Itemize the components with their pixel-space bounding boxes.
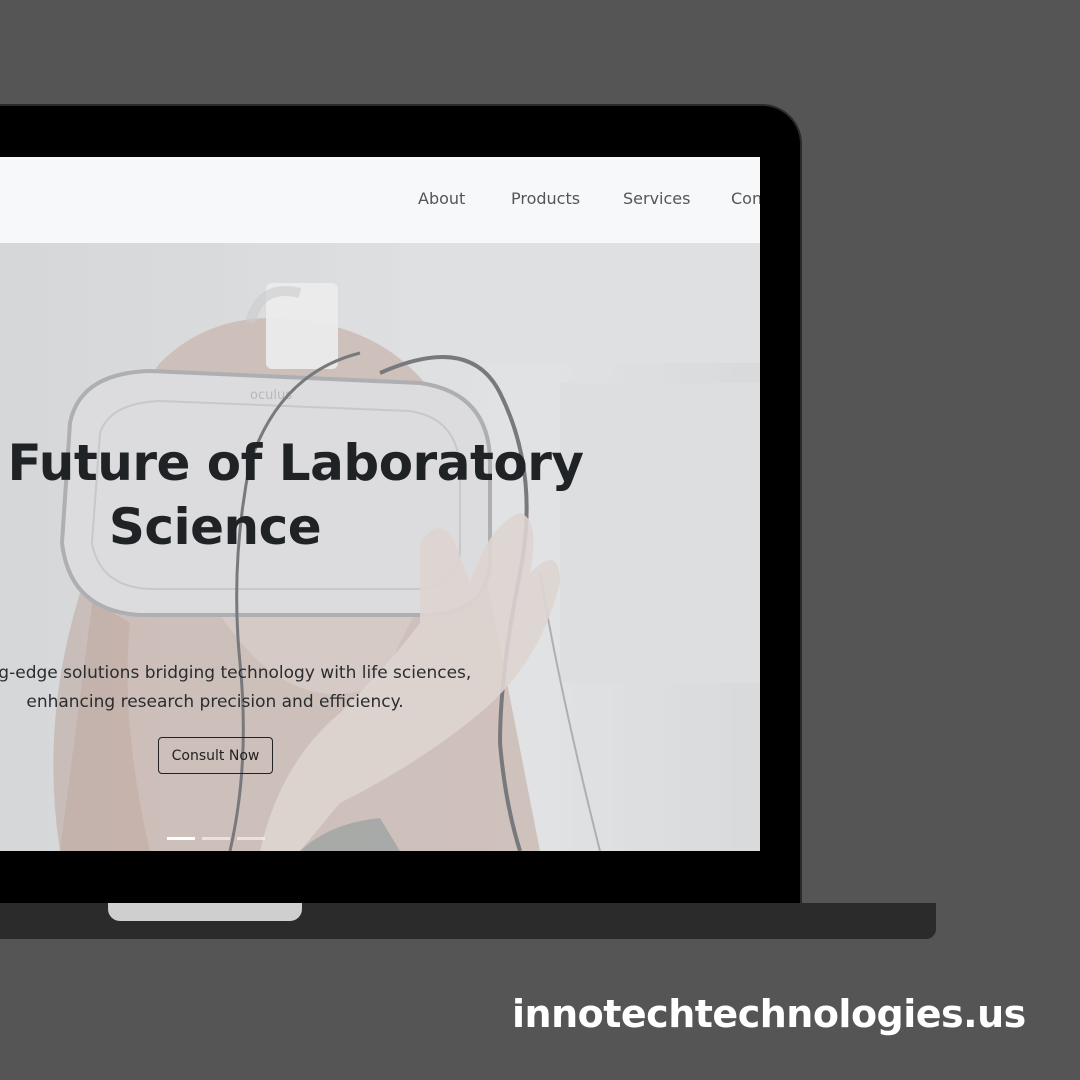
- site-url: innotechtechnologies.us: [512, 992, 1026, 1036]
- laptop-screen: About Products Services Con oculus Futur…: [0, 157, 760, 851]
- carousel-indicator-1[interactable]: [167, 837, 195, 840]
- hero-title-line-1: g the Future of Laboratory: [0, 434, 584, 492]
- hero-subtitle-line-2: enhancing research precision and efficie…: [26, 692, 404, 712]
- nav-link-about[interactable]: About: [418, 189, 465, 208]
- hero-title: g the Future of Laboratory Science: [0, 431, 590, 559]
- hero-subtitle-line-1: utting-edge solutions bridging technolog…: [0, 663, 472, 683]
- nav-link-services[interactable]: Services: [623, 189, 690, 208]
- navbar: About Products Services Con: [0, 157, 760, 243]
- hero-title-line-2: Science: [108, 498, 322, 556]
- nav-link-products[interactable]: Products: [511, 189, 580, 208]
- nav-link-contact[interactable]: Con: [731, 189, 760, 208]
- hero-subtitle: utting-edge solutions bridging technolog…: [0, 659, 590, 717]
- laptop-notch: [108, 903, 302, 921]
- carousel-indicator-2[interactable]: [202, 837, 230, 840]
- consult-now-button[interactable]: Consult Now: [158, 737, 273, 774]
- carousel-indicator-3[interactable]: [237, 837, 265, 840]
- hero-carousel: oculus g the Future of Laboratory Scienc…: [0, 243, 760, 851]
